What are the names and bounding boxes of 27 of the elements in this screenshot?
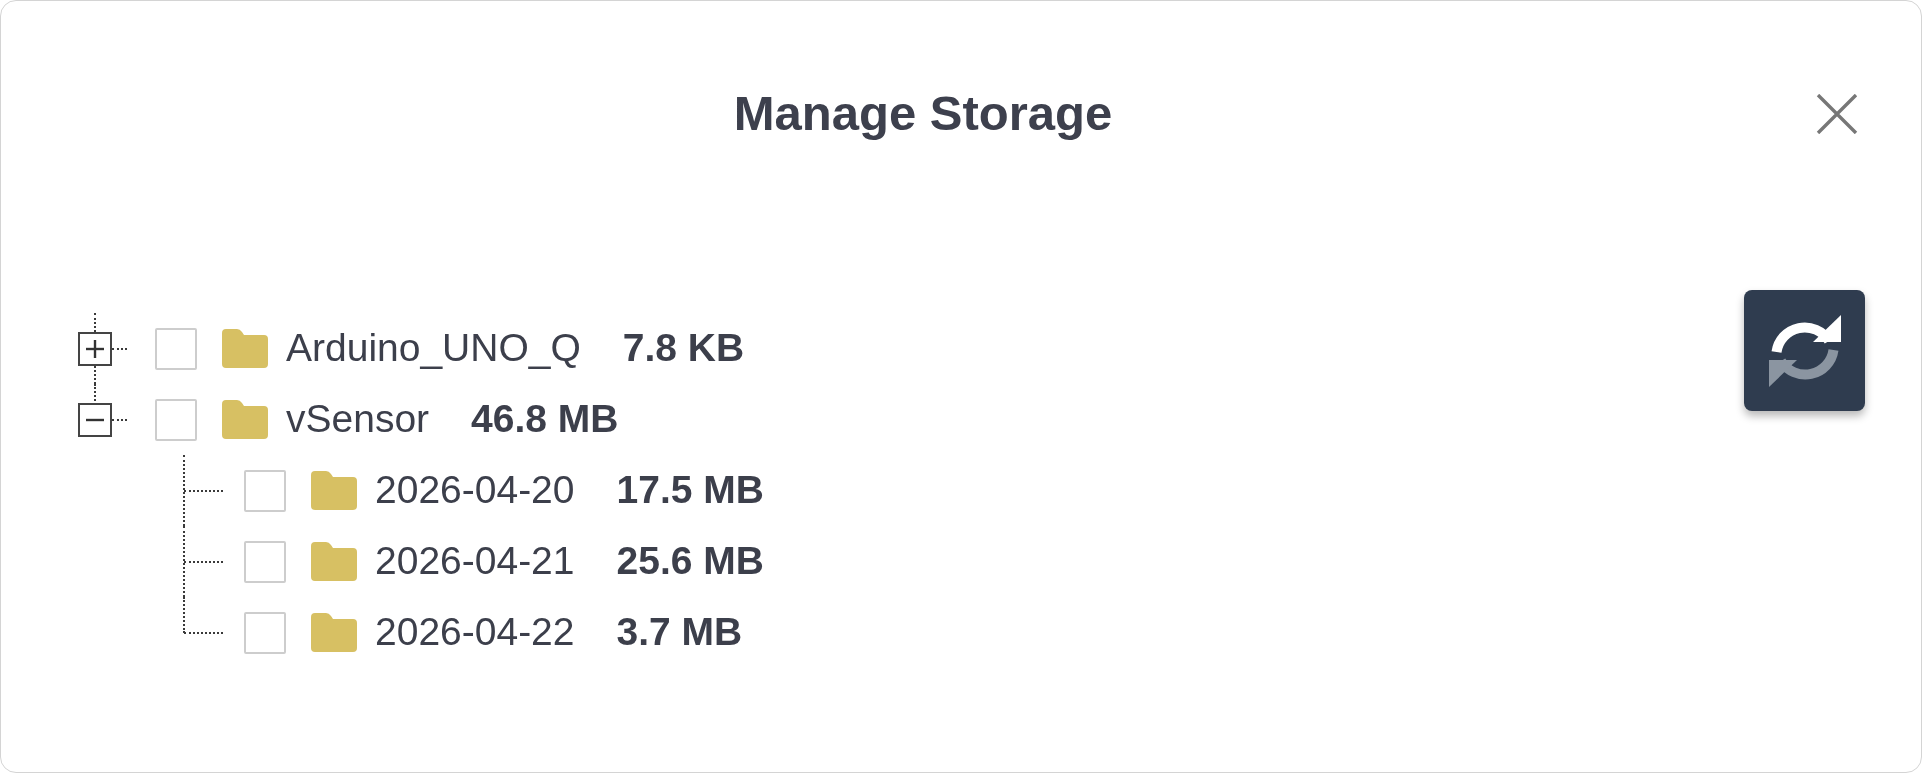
- expand-toggle[interactable]: [78, 402, 112, 437]
- refresh-button[interactable]: [1744, 290, 1865, 411]
- dialog-title: Manage Storage: [733, 85, 1113, 143]
- expand-toggle[interactable]: [78, 331, 112, 366]
- folder-name: 2026-04-21: [375, 539, 575, 584]
- checkbox[interactable]: [155, 327, 197, 370]
- checkbox[interactable]: [155, 398, 197, 441]
- checkbox[interactable]: [244, 469, 286, 512]
- folder-icon: [311, 613, 357, 652]
- refresh-icon: [1768, 314, 1841, 387]
- folder-icon: [311, 542, 357, 581]
- folder-icon: [222, 329, 268, 368]
- folder-size: 7.8 KB: [622, 326, 745, 371]
- close-button[interactable]: [1816, 93, 1858, 134]
- folder-size: 3.7 MB: [616, 610, 743, 655]
- checkbox[interactable]: [244, 611, 286, 654]
- folder-size: 17.5 MB: [616, 468, 764, 513]
- close-icon: [1816, 93, 1858, 134]
- folder-name: 2026-04-22: [375, 610, 575, 655]
- folder-name: Arduino_UNO_Q: [286, 326, 581, 371]
- folder-size: 46.8 MB: [471, 397, 619, 442]
- checkbox[interactable]: [244, 540, 286, 583]
- folder-name: 2026-04-20: [375, 468, 575, 513]
- folder-name: vSensor: [286, 397, 430, 442]
- folder-icon: [311, 471, 357, 510]
- folder-size: 25.6 MB: [616, 539, 764, 584]
- folder-icon: [222, 400, 268, 439]
